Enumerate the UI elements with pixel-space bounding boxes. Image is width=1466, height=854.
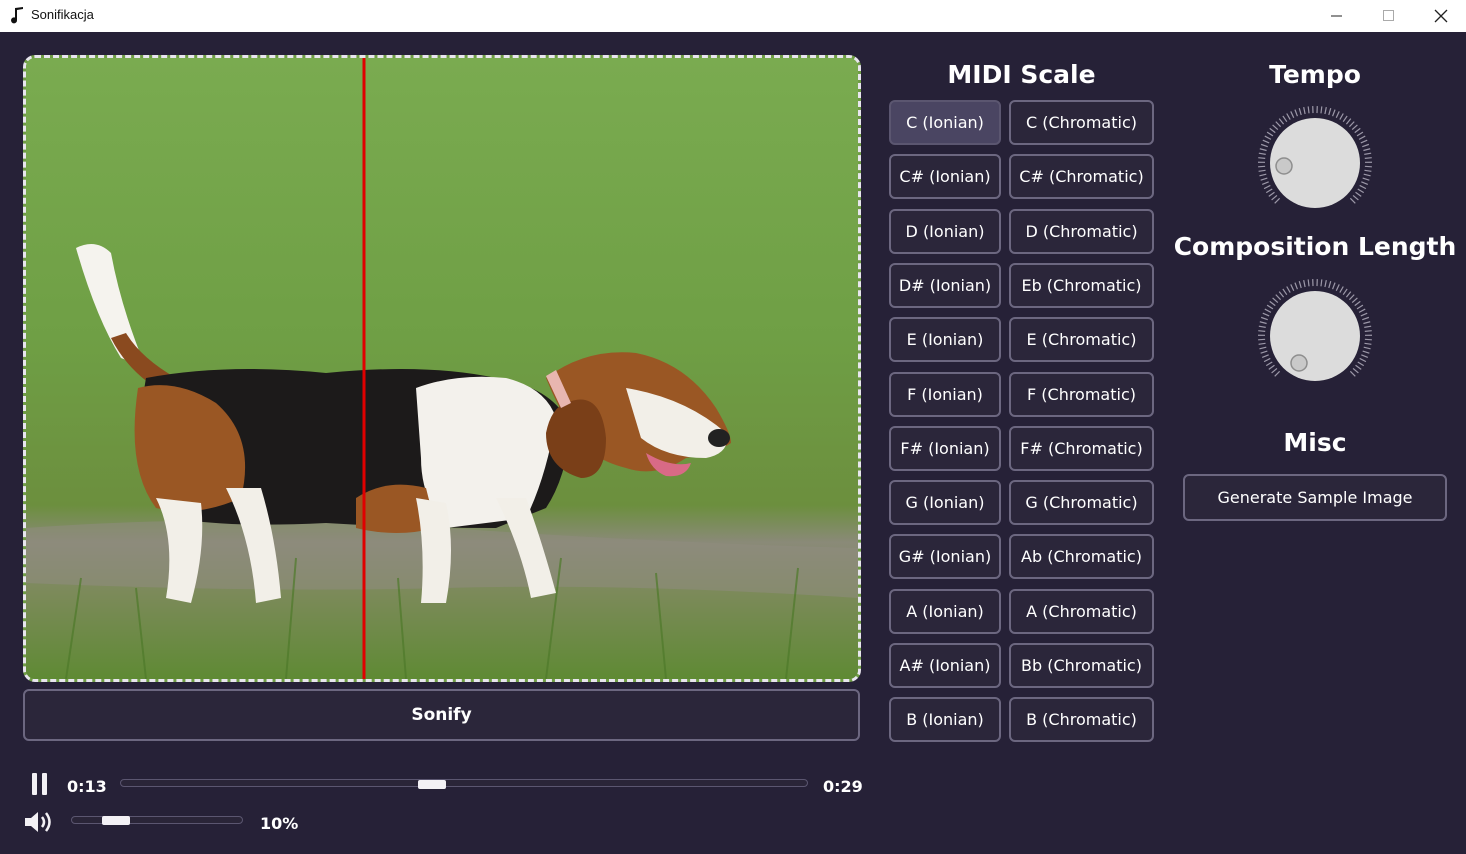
maximize-icon [1383,10,1394,21]
scale-button[interactable]: A# (Ionian) [889,643,1001,688]
scale-button[interactable]: B (Ionian) [889,697,1001,742]
current-time: 0:13 [67,777,107,796]
close-button[interactable] [1415,0,1466,32]
sonify-button[interactable]: Sonify [23,689,860,741]
music-note-icon [11,7,23,24]
speaker-icon[interactable] [23,808,57,836]
scale-button[interactable]: A (Ionian) [889,589,1001,634]
pause-icon[interactable] [30,772,50,796]
close-icon [1434,9,1448,23]
tempo-knob[interactable] [1256,104,1374,222]
seek-thumb[interactable] [418,780,446,789]
title-bar: Sonifikacja [0,0,1466,32]
generate-sample-image-button[interactable]: Generate Sample Image [1183,474,1447,521]
volume-slider[interactable] [71,816,243,825]
scale-button[interactable]: G# (Ionian) [889,534,1001,579]
scale-button[interactable]: C# (Chromatic) [1009,154,1154,199]
misc-heading: Misc [1283,428,1347,457]
image-preview[interactable] [23,55,861,682]
scale-button[interactable]: G (Chromatic) [1009,480,1154,525]
beagle-photo [26,58,858,679]
scale-button[interactable]: C (Chromatic) [1009,100,1154,145]
total-time: 0:29 [823,777,863,796]
scale-button[interactable]: F# (Ionian) [889,426,1001,471]
minimize-icon [1331,15,1342,17]
scale-button[interactable]: E (Chromatic) [1009,317,1154,362]
volume-value: 10% [260,814,299,833]
scale-button[interactable]: B (Chromatic) [1009,697,1154,742]
scale-button[interactable]: D (Chromatic) [1009,209,1154,254]
scale-button[interactable]: F# (Chromatic) [1009,426,1154,471]
composition-length-knob[interactable] [1256,277,1374,395]
scale-button[interactable]: G (Ionian) [889,480,1001,525]
scale-button[interactable]: Ab (Chromatic) [1009,534,1154,579]
scale-button[interactable]: D (Ionian) [889,209,1001,254]
scale-button[interactable]: F (Chromatic) [1009,372,1154,417]
scale-button[interactable]: F (Ionian) [889,372,1001,417]
tempo-heading: Tempo [1269,60,1361,89]
scale-button[interactable]: D# (Ionian) [889,263,1001,308]
scale-button[interactable]: E (Ionian) [889,317,1001,362]
seek-bar[interactable] [120,779,808,789]
scale-button[interactable]: C (Ionian) [889,100,1001,145]
scale-button[interactable]: A (Chromatic) [1009,589,1154,634]
scale-button[interactable]: Eb (Chromatic) [1009,263,1154,308]
window-title: Sonifikacja [31,7,94,22]
midi-scale-heading: MIDI Scale [947,60,1096,89]
minimize-button[interactable] [1311,0,1363,32]
scale-button[interactable]: C# (Ionian) [889,154,1001,199]
composition-length-heading: Composition Length [1173,232,1457,261]
volume-thumb[interactable] [102,816,131,825]
maximize-button[interactable] [1363,0,1415,32]
scale-button[interactable]: Bb (Chromatic) [1009,643,1154,688]
